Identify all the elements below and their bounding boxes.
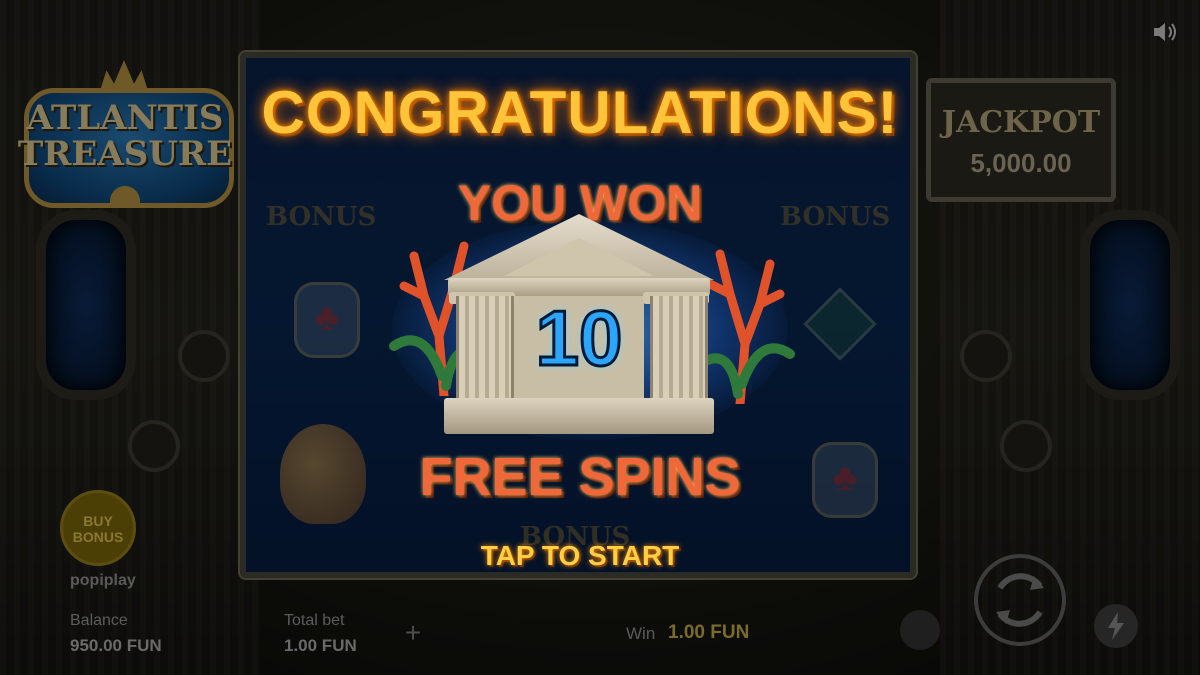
balance-value: 950.00 FUN [70, 636, 162, 655]
balance-label: Balance [70, 612, 128, 629]
win-value: 1.00 FUN [668, 622, 750, 643]
buy-bonus-button[interactable]: BUY BONUS [60, 490, 136, 566]
spin-arrows-icon [996, 573, 1044, 627]
congratulations-title: CONGRATULATIONS! [261, 79, 899, 146]
plus-icon[interactable]: + [398, 618, 428, 648]
lightning-icon [1108, 612, 1124, 640]
turbo-button[interactable] [1094, 604, 1138, 648]
win-label: Win [626, 624, 656, 643]
autoplay-button[interactable] [900, 610, 940, 650]
free-spins-label: FREE SPINS [419, 447, 741, 507]
temple-base [444, 398, 714, 434]
speaker-icon[interactable] [1152, 20, 1178, 44]
free-spins-count: 10 [534, 294, 624, 382]
provider-logo: popiplay [70, 572, 136, 589]
total-bet-label: Total bet [284, 612, 345, 629]
buy-bonus-line1: BUY [83, 513, 113, 529]
spin-button[interactable] [974, 554, 1066, 646]
buy-bonus-line2: BONUS [72, 529, 124, 545]
total-bet-value: 1.00 FUN [284, 636, 357, 655]
